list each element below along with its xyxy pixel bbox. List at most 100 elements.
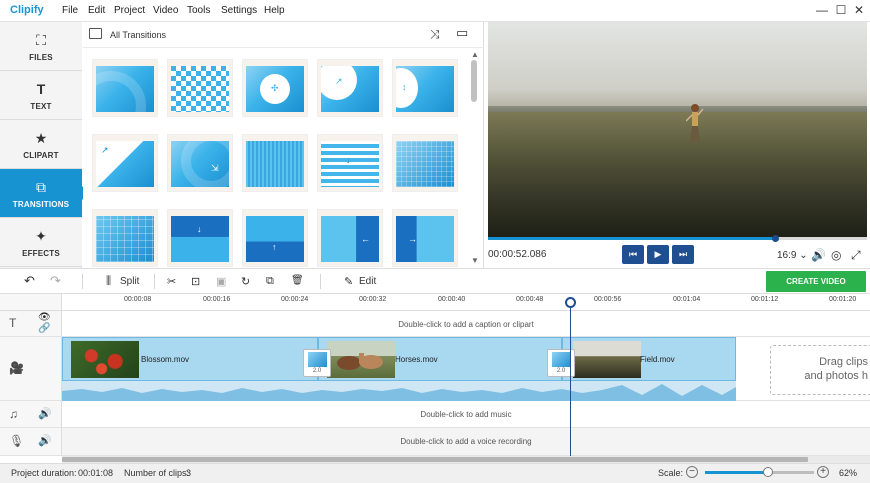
transition-tile[interactable]: ↕: [392, 59, 458, 117]
music-track[interactable]: Double-click to add music: [62, 401, 870, 428]
transition-tile[interactable]: ↗: [92, 134, 158, 192]
voice-hint: Double-click to add a voice recording: [400, 437, 532, 446]
transition-tile[interactable]: [92, 59, 158, 117]
view-mode-icon[interactable]: ▭: [456, 25, 468, 41]
shuffle-icon[interactable]: ⤨: [430, 27, 440, 42]
clip-horses[interactable]: Horses.mov: [318, 337, 562, 381]
fullscreen-icon[interactable]: ⤢: [851, 248, 861, 263]
timeline-scroll-thumb[interactable]: [62, 457, 808, 462]
transition-tile[interactable]: ←: [317, 209, 383, 267]
aspect-ratio-select[interactable]: 16:9 ⌄: [777, 250, 808, 261]
delete-icon[interactable]: 🗑: [291, 275, 304, 286]
create-video-button[interactable]: CREATE VIDEO: [766, 271, 866, 292]
ruler-label: 00:00:32: [359, 296, 387, 303]
ruler-label: 00:00:16: [203, 296, 231, 303]
transition-tile[interactable]: ↓: [167, 209, 233, 267]
redo-icon[interactable]: ↷: [50, 273, 61, 289]
nav-effects[interactable]: ✦ EFFECTS: [0, 218, 82, 267]
play-button[interactable]: ▶: [647, 245, 669, 264]
menu-video[interactable]: Video: [153, 5, 178, 16]
timeline-ruler[interactable]: 00:00:08 00:00:16 00:00:24 00:00:32 00:0…: [62, 294, 870, 311]
person-figure: [686, 104, 704, 142]
panel-scrollbar[interactable]: [471, 60, 477, 102]
clip-blossom[interactable]: Blossom.mov: [62, 337, 318, 381]
previous-frame-button[interactable]: ⏮: [622, 245, 644, 264]
menu-help[interactable]: Help: [264, 5, 285, 16]
transition-tile[interactable]: →: [392, 209, 458, 267]
undo-icon[interactable]: ↶: [24, 273, 35, 289]
image-icon: ⛶: [36, 32, 46, 48]
split-button[interactable]: Split: [120, 276, 139, 287]
transition-tile[interactable]: ✣: [242, 59, 308, 117]
transitions-header: All Transitions ⤨ ▭: [83, 22, 484, 48]
transition-tile[interactable]: ↓: [317, 134, 383, 192]
menu-edit[interactable]: Edit: [88, 5, 105, 16]
transition-tile[interactable]: [167, 59, 233, 117]
zoom-in-icon[interactable]: +: [817, 466, 829, 478]
menu-tools[interactable]: Tools: [187, 5, 210, 16]
menu-settings[interactable]: Settings: [221, 5, 257, 16]
voice-volume-icon[interactable]: 🔊: [38, 434, 52, 447]
zoom-out-icon[interactable]: −: [686, 466, 698, 478]
duplicate-icon[interactable]: ⧉: [266, 275, 274, 288]
audio-waveform[interactable]: [62, 381, 736, 401]
scroll-up-icon[interactable]: ▲: [471, 50, 479, 59]
nav-clipart-label: CLIPART: [23, 151, 59, 160]
duration-value: 00:01:08: [78, 468, 114, 478]
ruler-label: 00:01:12: [751, 296, 779, 303]
timeline-transition[interactable]: 2.0: [303, 349, 331, 377]
volume-icon[interactable]: 🔊: [811, 248, 826, 262]
maximize-icon[interactable]: ☐: [834, 3, 848, 17]
edit-button[interactable]: Edit: [359, 276, 376, 287]
playhead-handle[interactable]: [565, 297, 576, 308]
duration-label: Project duration:: [11, 468, 77, 478]
clip-name: Field.mov: [640, 355, 675, 364]
split-icon[interactable]: ⫼: [106, 275, 111, 288]
text-icon: T: [36, 81, 46, 97]
transition-tile[interactable]: ⇲: [167, 134, 233, 192]
menu-file[interactable]: File: [62, 5, 78, 16]
title-bar: Clipify File Edit Project Video Tools Se…: [0, 0, 870, 22]
transition-tile[interactable]: [242, 134, 308, 192]
ruler-corner: [0, 294, 62, 311]
magic-wand-icon: ✦: [35, 228, 47, 244]
edit-icon[interactable]: ✎: [344, 275, 353, 288]
clip-field[interactable]: Field.mov: [562, 337, 736, 381]
clip-name: Blossom.mov: [141, 355, 190, 364]
drop-hint-line2: and photos h: [804, 370, 868, 382]
video-preview[interactable]: [488, 22, 867, 237]
scale-slider-fill: [705, 471, 768, 474]
transition-tile[interactable]: [392, 134, 458, 192]
menu-project[interactable]: Project: [114, 5, 145, 16]
nav-text[interactable]: T TEXT: [0, 71, 82, 120]
scale-label: Scale:: [658, 468, 684, 478]
next-frame-button[interactable]: ⏭: [672, 245, 694, 264]
scale-value: 62%: [839, 468, 858, 478]
crop-icon[interactable]: ⊡: [191, 275, 200, 288]
cut-icon[interactable]: ✂: [167, 275, 176, 288]
playback-knob[interactable]: [772, 235, 779, 242]
transition-tile[interactable]: [92, 209, 158, 267]
nav-clipart[interactable]: ★ CLIPART: [0, 120, 82, 169]
music-volume-icon[interactable]: 🔊: [38, 407, 52, 420]
nav-transitions[interactable]: ⧉ TRANSITIONS: [0, 169, 89, 218]
ruler-label: 00:00:08: [124, 296, 152, 303]
ruler-label: 00:01:04: [673, 296, 701, 303]
transition-tile[interactable]: ↗: [317, 59, 383, 117]
close-icon[interactable]: ✕: [852, 3, 866, 17]
ruler-label: 00:00:56: [594, 296, 622, 303]
link-icon[interactable]: 🔗: [38, 323, 50, 334]
rotate-icon[interactable]: ↻: [241, 275, 250, 288]
visibility-icon[interactable]: 👁: [38, 312, 51, 323]
color-adjust-icon[interactable]: ▣: [216, 275, 226, 288]
scale-slider-knob[interactable]: [763, 467, 773, 477]
voice-track-head: 🎙 🔊: [0, 428, 62, 456]
snapshot-icon[interactable]: ◎: [831, 248, 841, 262]
scroll-down-icon[interactable]: ▼: [471, 256, 479, 265]
transitions-title: All Transitions: [110, 30, 167, 40]
transition-tile[interactable]: ↑: [242, 209, 308, 267]
minimize-icon[interactable]: —: [815, 3, 829, 17]
voice-track[interactable]: Double-click to add a voice recording: [62, 428, 870, 456]
nav-files[interactable]: ⛶ FILES: [0, 22, 82, 71]
caption-track[interactable]: Double-click to add a caption or clipart: [62, 311, 870, 337]
